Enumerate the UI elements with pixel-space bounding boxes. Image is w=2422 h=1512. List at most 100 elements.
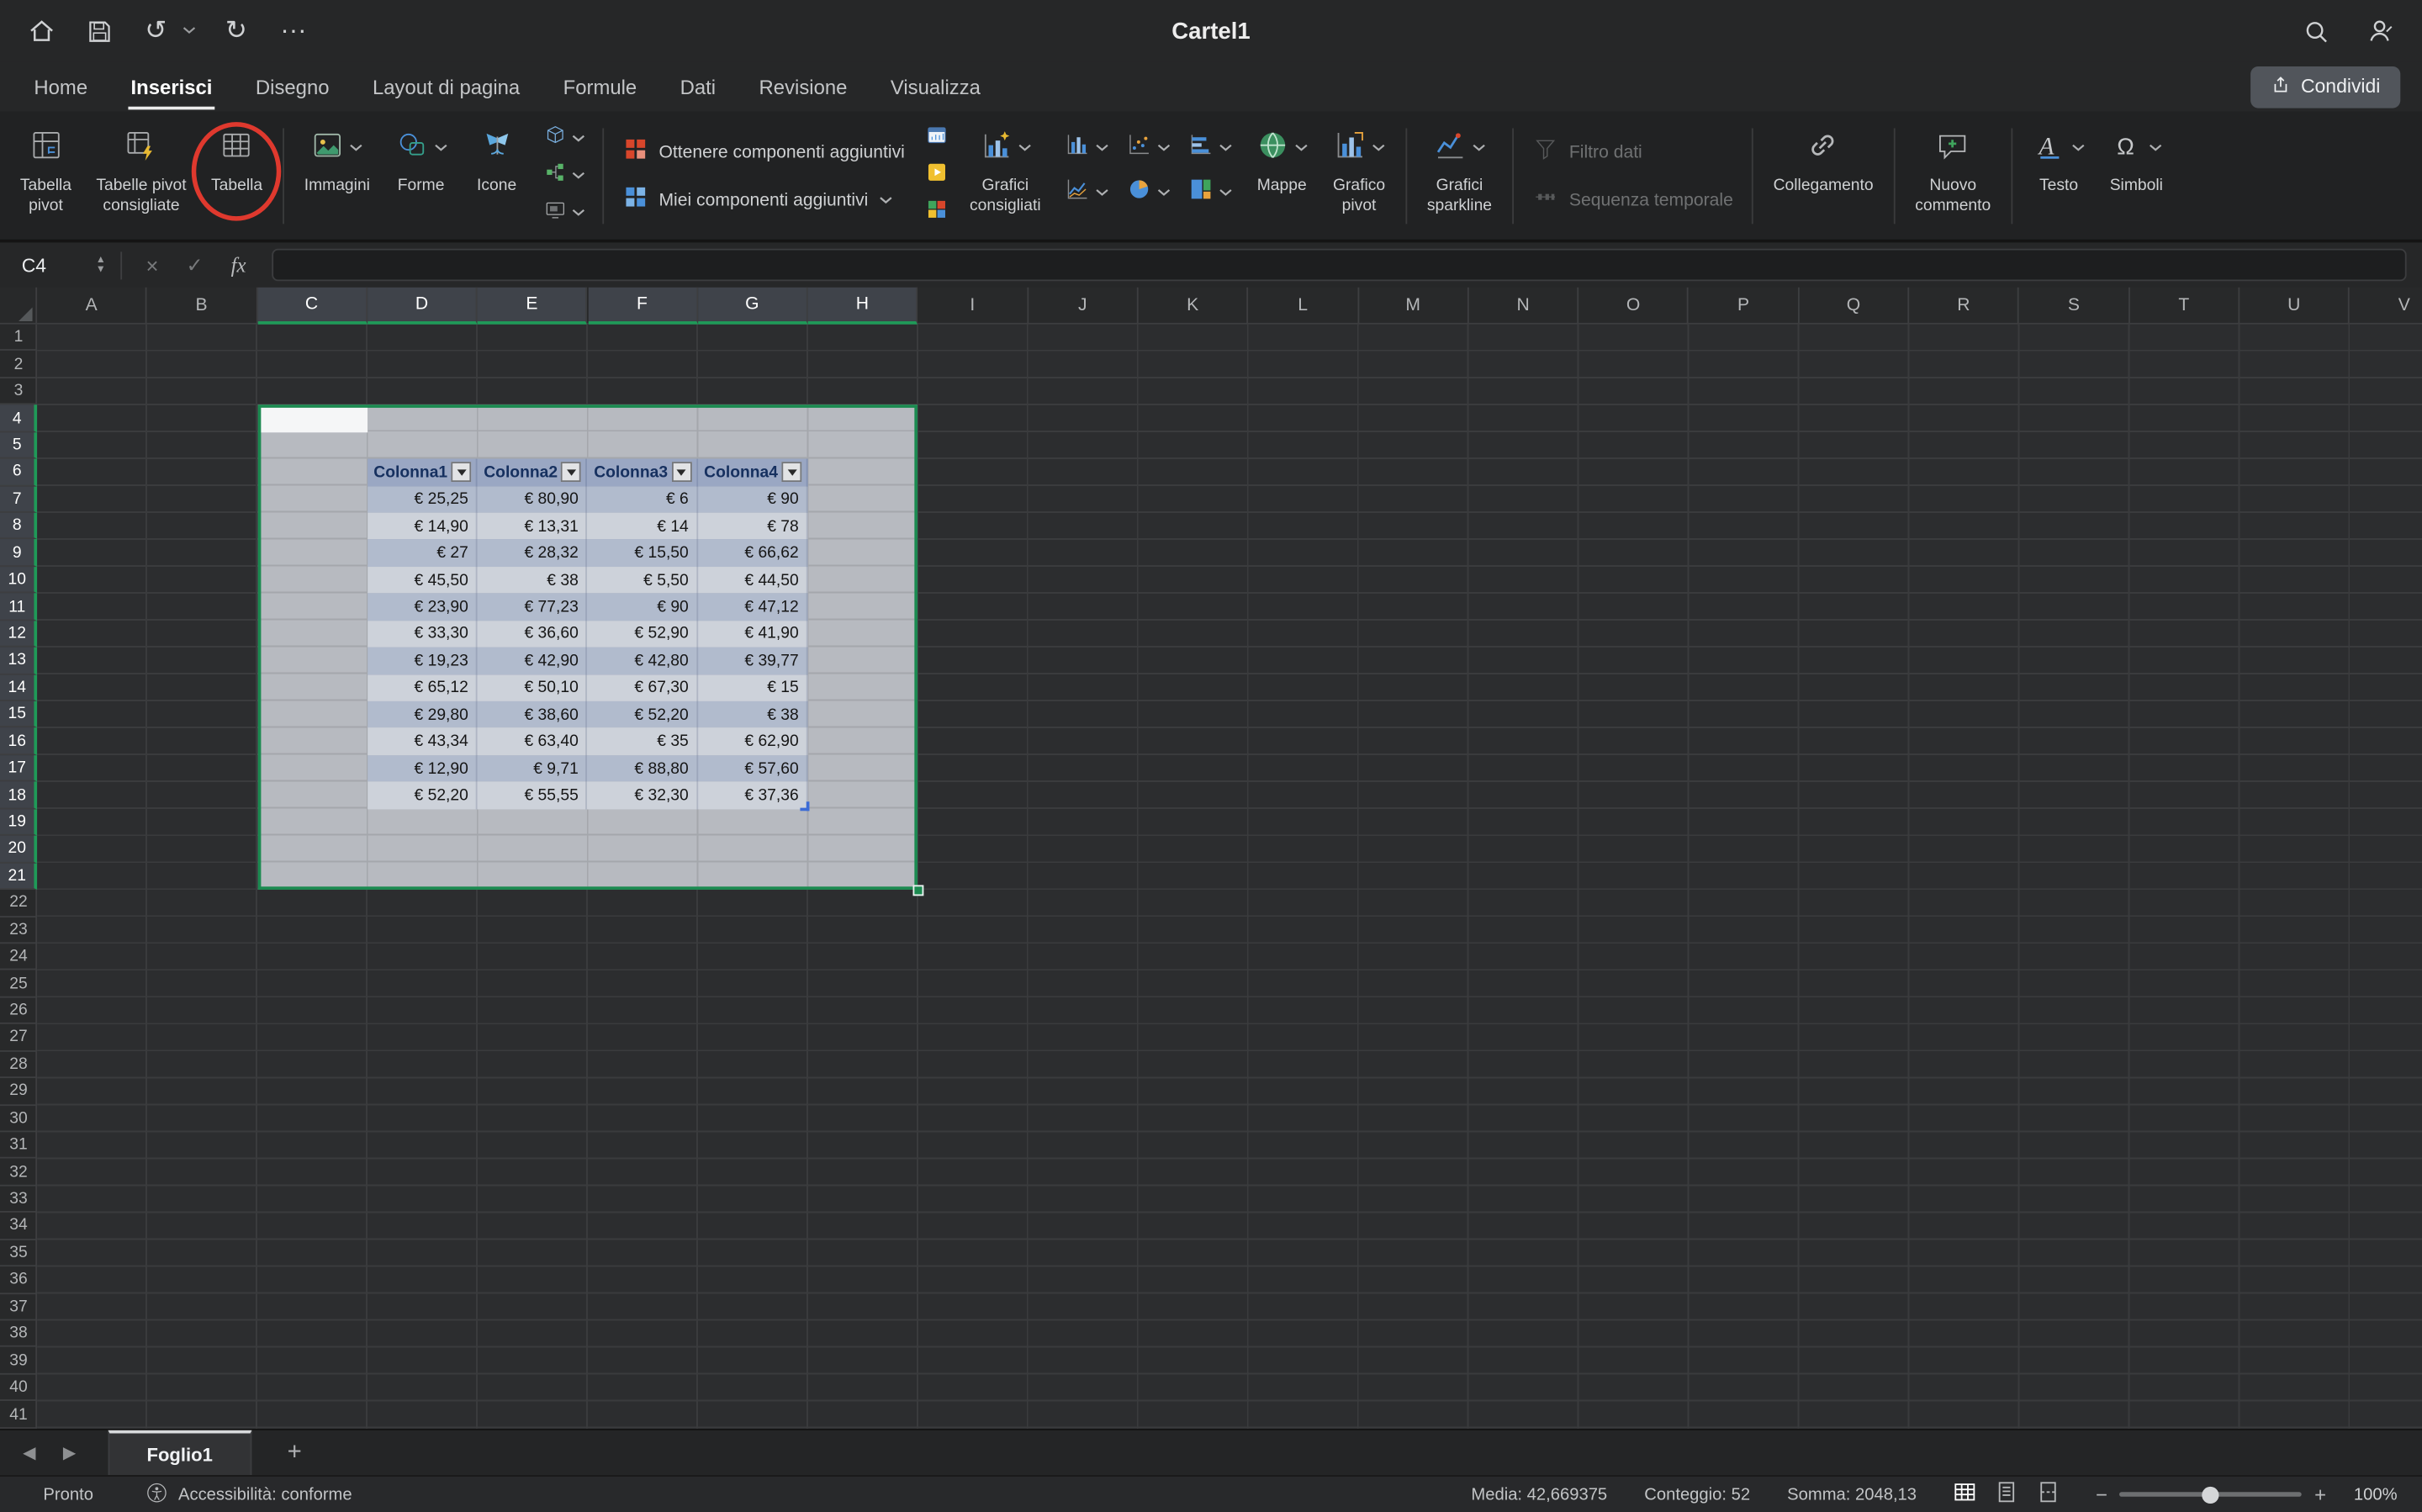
grafici-consigliati-button[interactable]: Grafici consigliati <box>959 116 1051 236</box>
row-header-25[interactable]: 25 <box>0 970 37 997</box>
tab-formule[interactable]: Formule <box>542 64 658 108</box>
row-header-33[interactable]: 33 <box>0 1186 37 1213</box>
app-chart-button[interactable] <box>922 123 951 156</box>
tabelle-pivot-consigliate-button[interactable]: Tabelle pivot consigliate <box>86 116 198 236</box>
home-icon[interactable] <box>24 13 58 50</box>
tab-dati[interactable]: Dati <box>658 64 738 108</box>
chevron-down-icon[interactable] <box>1219 143 1233 152</box>
row-header-4[interactable]: 4 <box>0 405 37 432</box>
row-header-5[interactable]: 5 <box>0 432 37 459</box>
share-button[interactable]: Condividi <box>2250 66 2400 108</box>
chevron-down-icon[interactable] <box>1472 144 1486 153</box>
column-chart-button[interactable] <box>1061 131 1113 164</box>
column-header-F[interactable]: F <box>588 288 698 325</box>
filter-button[interactable] <box>672 463 692 483</box>
row-header-10[interactable]: 10 <box>0 567 37 594</box>
save-icon[interactable] <box>82 13 115 50</box>
row-header-38[interactable]: 38 <box>0 1320 37 1347</box>
tab-visualizza[interactable]: Visualizza <box>869 64 1002 108</box>
accessibility-status[interactable]: Accessibilità: conforme <box>145 1481 352 1509</box>
row-header-20[interactable]: 20 <box>0 836 37 863</box>
row-header-40[interactable]: 40 <box>0 1374 37 1401</box>
account-icon[interactable] <box>2363 13 2397 50</box>
row-header-9[interactable]: 9 <box>0 540 37 567</box>
row-header-29[interactable]: 29 <box>0 1078 37 1105</box>
column-header-P[interactable]: P <box>1689 288 1799 325</box>
chevron-down-icon[interactable] <box>571 172 585 181</box>
tab-disegno[interactable]: Disegno <box>234 64 351 108</box>
row-header-31[interactable]: 31 <box>0 1132 37 1159</box>
row-header-34[interactable]: 34 <box>0 1213 37 1240</box>
row-header-14[interactable]: 14 <box>0 674 37 701</box>
grafico-pivot-button[interactable]: Grafico pivot <box>1322 116 1396 236</box>
column-header-J[interactable]: J <box>1029 288 1139 325</box>
row-header-15[interactable]: 15 <box>0 701 37 728</box>
row-header-21[interactable]: 21 <box>0 863 37 890</box>
simboli-button[interactable]: ΩSimboli <box>2099 116 2174 236</box>
chevron-down-icon[interactable] <box>2149 144 2163 153</box>
row-header-7[interactable]: 7 <box>0 486 37 513</box>
normal-view-icon[interactable] <box>1954 1481 1975 1507</box>
sheet-nav-right-icon[interactable]: ▶ <box>50 1443 90 1463</box>
collegamento-button[interactable]: Collegamento <box>1763 116 1885 236</box>
chevron-down-icon[interactable] <box>433 144 447 153</box>
row-header-41[interactable]: 41 <box>0 1401 37 1428</box>
row-header-2[interactable]: 2 <box>0 352 37 378</box>
row-header-11[interactable]: 11 <box>0 594 37 621</box>
chevron-down-icon[interactable] <box>1372 144 1386 153</box>
row-header-26[interactable]: 26 <box>0 997 37 1024</box>
chevron-down-icon[interactable] <box>2071 144 2086 153</box>
page-layout-view-icon[interactable] <box>1996 1481 2017 1507</box>
chevron-down-icon[interactable] <box>1294 144 1309 153</box>
zoom-out-button[interactable]: − <box>2096 1483 2107 1506</box>
row-header-8[interactable]: 8 <box>0 513 37 540</box>
forme-button[interactable]: Forme <box>384 116 458 236</box>
smartart-button[interactable] <box>540 160 588 193</box>
zoom-slider[interactable] <box>2120 1492 2303 1497</box>
chevron-down-icon[interactable] <box>571 209 585 218</box>
row-header-1[interactable]: 1 <box>0 325 37 352</box>
testo-button[interactable]: ATesto <box>2022 116 2096 236</box>
zoom-slider-knob[interactable] <box>2203 1486 2219 1503</box>
app-yellow-button[interactable] <box>922 160 951 193</box>
app-grid-button[interactable] <box>922 197 951 230</box>
chevron-down-icon[interactable] <box>879 195 893 204</box>
chevron-down-icon[interactable] <box>1018 144 1032 153</box>
add-sheet-button[interactable]: + <box>276 1439 313 1467</box>
column-header-I[interactable]: I <box>918 288 1029 325</box>
column-header-S[interactable]: S <box>2019 288 2129 325</box>
chevron-down-icon[interactable] <box>1095 188 1109 197</box>
row-header-39[interactable]: 39 <box>0 1347 37 1374</box>
row-header-13[interactable]: 13 <box>0 648 37 674</box>
tabella-button[interactable]: Tabella <box>200 116 273 236</box>
zoom-in-button[interactable]: + <box>2314 1483 2326 1506</box>
row-header-3[interactable]: 3 <box>0 378 37 405</box>
column-header-N[interactable]: N <box>1469 288 1579 325</box>
zoom-level[interactable]: 100% <box>2339 1485 2398 1504</box>
name-box[interactable]: C4 <box>0 254 96 276</box>
filter-button[interactable] <box>452 463 472 483</box>
componenti-aggiuntivi-row-0[interactable]: Ottenere componenti aggiuntivi <box>621 135 904 169</box>
sheet-tab-foglio1[interactable]: Foglio1 <box>108 1430 251 1475</box>
chevron-down-icon[interactable] <box>350 144 364 153</box>
row-header-37[interactable]: 37 <box>0 1293 37 1320</box>
scatter-chart-button[interactable] <box>1123 131 1174 164</box>
column-header-L[interactable]: L <box>1249 288 1359 325</box>
name-box-stepper[interactable]: ▲▼ <box>96 256 106 274</box>
column-header-O[interactable]: O <box>1579 288 1689 325</box>
insert-function-icon[interactable]: fx <box>217 252 260 277</box>
filter-button[interactable] <box>562 463 582 483</box>
chevron-down-icon[interactable] <box>571 135 585 144</box>
column-header-H[interactable]: H <box>808 288 918 325</box>
page-break-view-icon[interactable] <box>2037 1481 2059 1507</box>
tab-inserisci[interactable]: Inserisci <box>109 64 234 108</box>
column-header-M[interactable]: M <box>1359 288 1469 325</box>
sheet-cells[interactable]: Colonna1Colonna2Colonna3Colonna4€ 25,25€… <box>37 325 2422 1429</box>
tab-layout-di-pagina[interactable]: Layout di pagina <box>351 64 542 108</box>
row-header-24[interactable]: 24 <box>0 944 37 970</box>
select-all-corner[interactable] <box>0 288 37 325</box>
chevron-down-icon[interactable] <box>1219 188 1233 197</box>
row-header-32[interactable]: 32 <box>0 1159 37 1186</box>
cancel-entry-icon[interactable]: × <box>132 252 172 277</box>
formula-input[interactable] <box>272 249 2407 282</box>
